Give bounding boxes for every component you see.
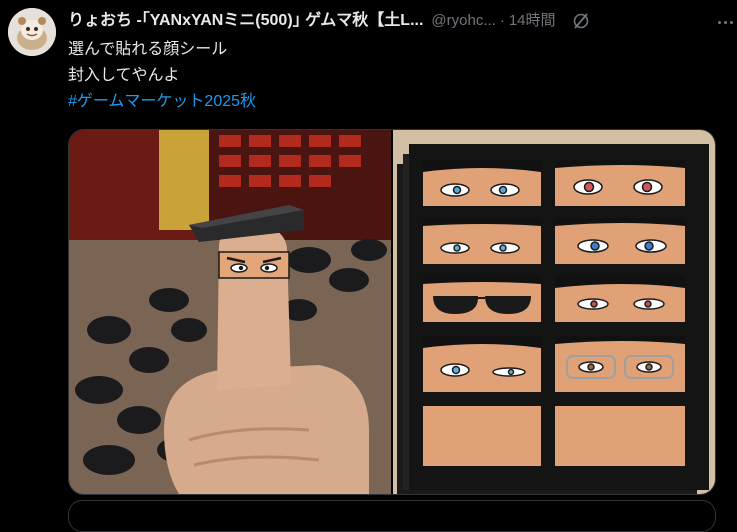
display-name[interactable]: りょおち -｢YANxYANミニ(500)｣ ゲムマ秋【土L... (68, 11, 423, 31)
tweet-header: りょおち -｢YANxYANミニ(500)｣ ゲムマ秋【土L... @ryohc… (68, 9, 730, 33)
user-handle[interactable]: @ryohc... (431, 11, 495, 31)
thumb-photo[interactable] (69, 130, 391, 494)
separator-dot: · (499, 12, 505, 29)
grok-icon[interactable] (570, 10, 592, 32)
tweet-line-1: 選んで貼れる顔シール (68, 41, 228, 58)
timestamp[interactable]: 14時間 (509, 11, 556, 31)
tweet-text: 選んで貼れる顔シール 封入してやんよ #ゲームマーケット2025秋 (68, 37, 708, 115)
more-icon[interactable] (715, 12, 735, 32)
tweet-line-2: 封入してやんよ (68, 67, 180, 84)
media-grid (68, 129, 716, 495)
sticker-sheet-photo[interactable] (393, 130, 715, 494)
quoted-post-card[interactable] (68, 500, 716, 532)
avatar[interactable] (8, 8, 56, 56)
hashtag-link[interactable]: #ゲームマーケット2025秋 (68, 89, 708, 115)
